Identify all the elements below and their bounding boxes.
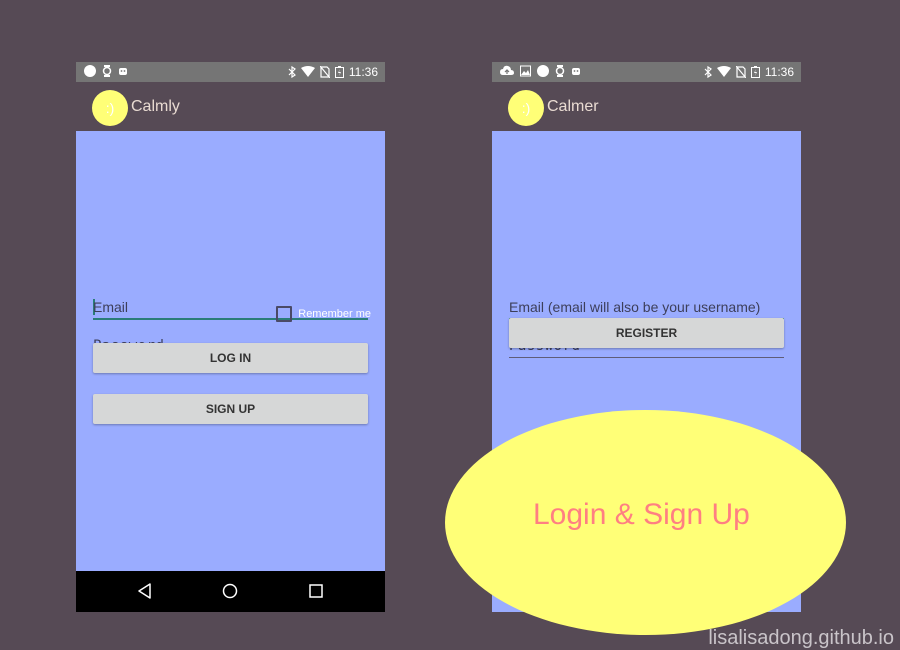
home-icon[interactable] [222,583,238,599]
register-button[interactable]: REGISTER [509,318,784,348]
bluetooth-icon [288,66,296,78]
circle-notification-icon [537,65,549,77]
watch-icon [102,65,112,77]
email-placeholder: Email (email will also be your username) [509,299,761,315]
app-title: Calmly [131,98,180,115]
login-screen: 11:36 :) Calmly Email Password Remember … [76,62,385,612]
signup-button[interactable]: SIGN UP [93,394,368,424]
smiley-logo-icon: :) [508,90,544,126]
back-icon[interactable] [137,583,153,599]
smiley-logo-icon: :) [92,90,128,126]
circle-notification-icon [84,65,96,77]
remember-me[interactable]: Remember me [276,306,371,322]
wifi-icon [300,66,315,77]
remember-me-checkbox[interactable] [276,306,293,322]
battery-icon [334,66,344,78]
status-time: 11:36 [348,65,378,79]
android-icon [119,68,127,75]
wifi-icon [716,66,731,77]
nav-bar [76,571,385,612]
status-bar: 11:36 [492,62,801,82]
battery-icon [750,66,760,78]
status-bar: 11:36 [76,62,385,82]
email-field[interactable]: Email (email will also be your username) [509,294,784,320]
image-icon [520,65,531,77]
status-icons-right: 11:36 [288,65,378,79]
email-placeholder: Email [93,299,129,315]
status-icons-left [500,65,581,77]
login-button[interactable]: LOG IN [93,343,368,373]
no-sim-icon [735,66,746,78]
status-icons-right: 11:36 [704,65,794,79]
watermark: lisalisadong.github.io [708,627,894,649]
bluetooth-icon [704,66,712,78]
watch-icon [555,65,565,77]
cloud-upload-icon [500,65,514,75]
status-time: 11:36 [764,65,794,79]
recents-icon[interactable] [308,583,324,599]
status-icons-left [84,65,128,77]
login-content: Email Password Remember me LOG IN SIGN U… [76,131,385,571]
remember-me-label: Remember me [298,308,371,320]
overlay-label: Login & Sign Up [533,498,750,531]
app-bar: :) Calmly [76,82,385,131]
no-sim-icon [319,66,330,78]
app-bar: :) Calmer [492,82,801,131]
android-icon [572,68,580,75]
app-title: Calmer [547,98,599,115]
